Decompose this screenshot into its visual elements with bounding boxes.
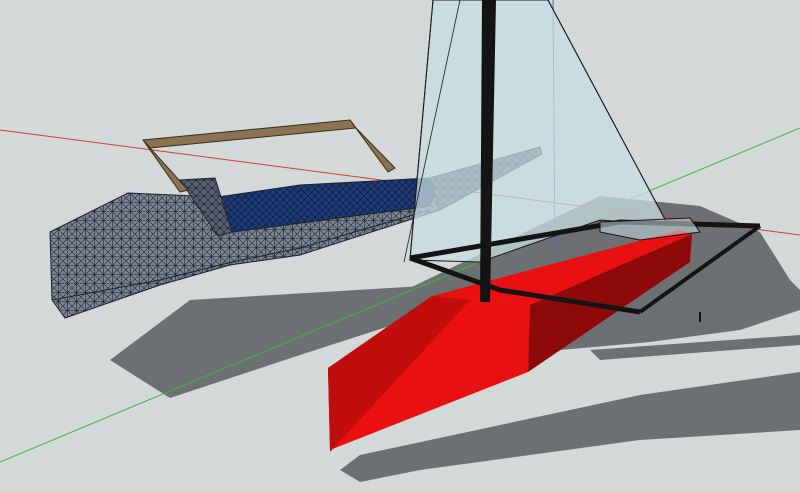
wooden-rail-top (141, 119, 357, 149)
wooden-rail-left (142, 139, 189, 193)
3d-scene-canvas[interactable] (0, 0, 800, 492)
3d-model-viewport[interactable] (0, 0, 800, 492)
wooden-rail-right (349, 119, 396, 173)
